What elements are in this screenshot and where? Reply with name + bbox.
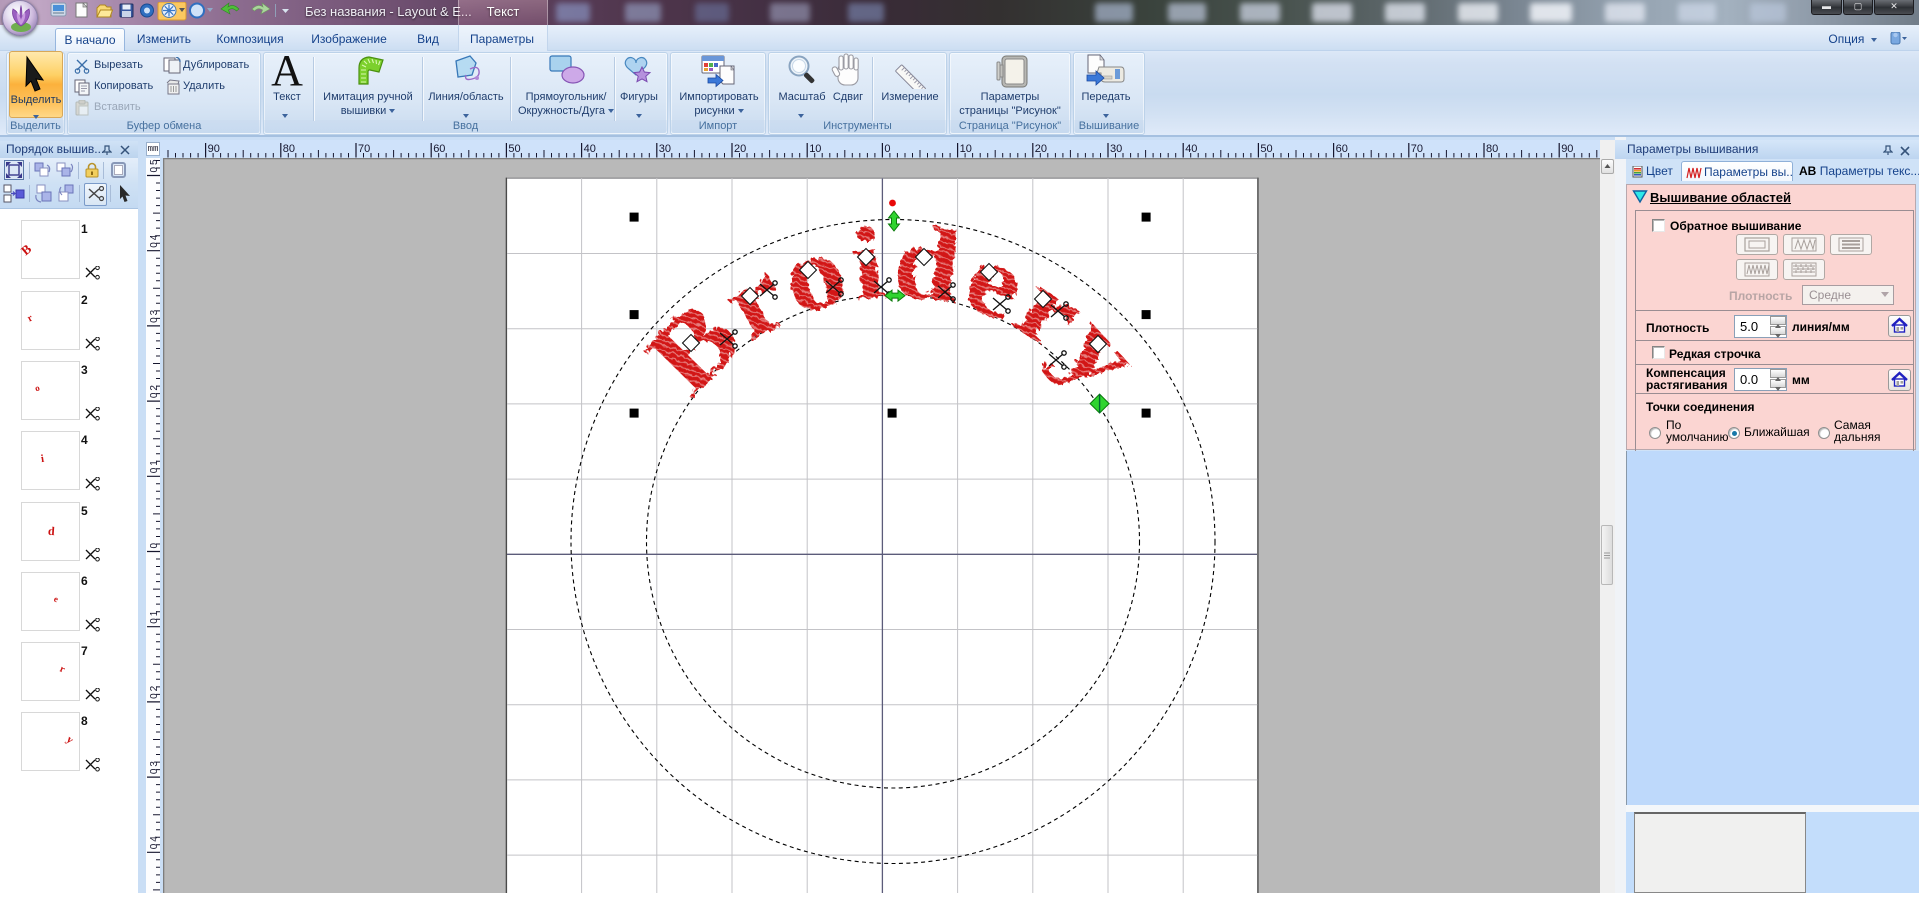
svg-text:0: 0 <box>149 242 160 248</box>
svg-text:1: 1 <box>149 460 160 466</box>
svg-text:0: 0 <box>149 843 160 849</box>
svg-text:0: 0 <box>149 317 160 323</box>
svg-text:50: 50 <box>1260 143 1272 155</box>
svg-text:90: 90 <box>1561 143 1573 155</box>
svg-text:80: 80 <box>1486 143 1498 155</box>
svg-text:10: 10 <box>809 143 821 155</box>
svg-text:30: 30 <box>1110 143 1122 155</box>
svg-text:0: 0 <box>149 693 160 699</box>
svg-text:0: 0 <box>149 618 160 624</box>
svg-text:20: 20 <box>734 143 746 155</box>
svg-text:0: 0 <box>149 392 160 398</box>
svg-text:10: 10 <box>960 143 972 155</box>
svg-text:0: 0 <box>884 143 890 155</box>
svg-text:0: 0 <box>149 167 160 173</box>
svg-text:4: 4 <box>149 234 160 240</box>
svg-text:0: 0 <box>149 467 160 473</box>
svg-text:5: 5 <box>149 159 160 165</box>
svg-text:0: 0 <box>149 768 160 774</box>
svg-text:40: 40 <box>1185 143 1197 155</box>
svg-text:4: 4 <box>149 836 160 842</box>
svg-text:90: 90 <box>208 143 220 155</box>
svg-text:3: 3 <box>149 761 160 767</box>
svg-text:40: 40 <box>584 143 596 155</box>
svg-text:1: 1 <box>149 610 160 616</box>
svg-text:60: 60 <box>1336 143 1348 155</box>
svg-text:60: 60 <box>433 143 445 155</box>
svg-text:30: 30 <box>659 143 671 155</box>
svg-text:20: 20 <box>1035 143 1047 155</box>
svg-text:3: 3 <box>149 309 160 315</box>
svg-text:2: 2 <box>149 385 160 391</box>
svg-text:0: 0 <box>149 543 160 549</box>
svg-text:2: 2 <box>149 685 160 691</box>
svg-text:80: 80 <box>283 143 295 155</box>
svg-text:50: 50 <box>508 143 520 155</box>
svg-text:70: 70 <box>358 143 370 155</box>
svg-text:70: 70 <box>1411 143 1423 155</box>
